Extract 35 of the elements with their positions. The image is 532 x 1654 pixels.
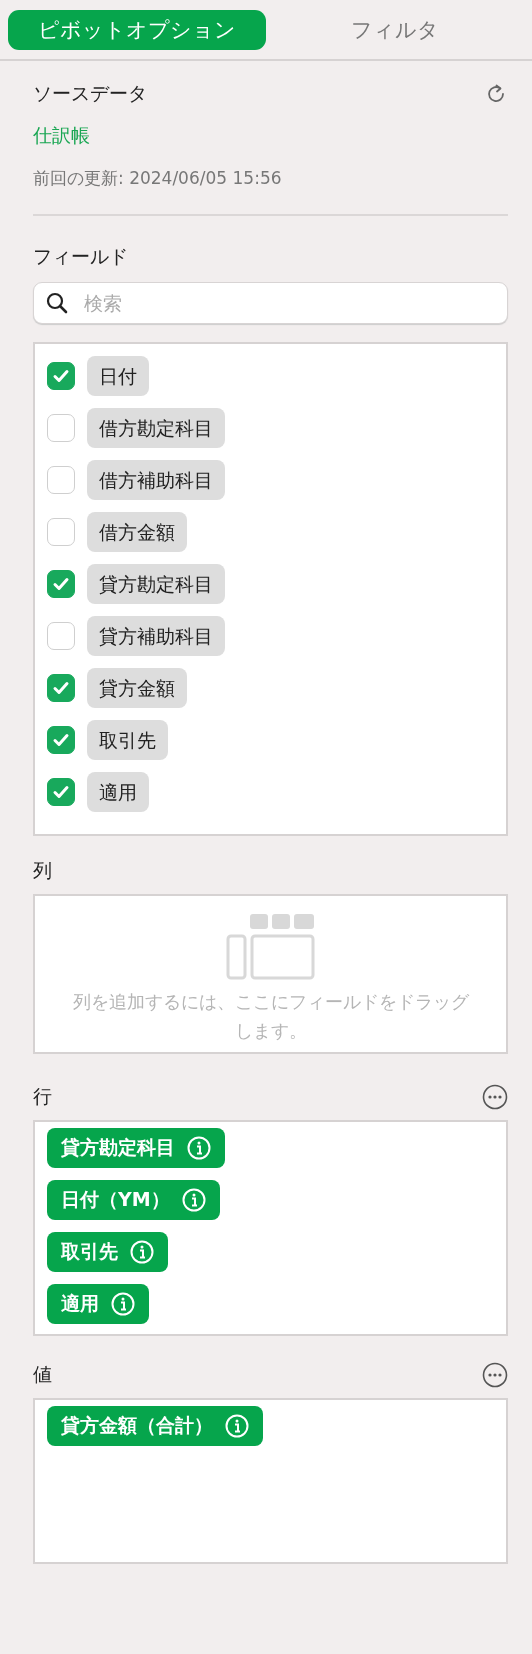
checkbox[interactable] (47, 414, 75, 442)
info-icon[interactable] (187, 1135, 211, 1160)
field-tag[interactable]: 借方補助科目 (87, 460, 225, 500)
last-updated-text: 前回の更新: 2024/06/05 15:56 (33, 167, 283, 190)
section-title: 値 (33, 1361, 52, 1387)
section-title: 行 (33, 1083, 52, 1109)
more-icon[interactable] (482, 1083, 508, 1110)
table-placeholder-icon (225, 914, 316, 980)
tab[interactable]: フィルタ (266, 9, 524, 50)
section-title: ソースデータ (33, 81, 147, 106)
checkbox[interactable] (47, 362, 75, 390)
more-icon[interactable] (482, 1361, 508, 1388)
checkbox[interactable] (47, 466, 75, 494)
section-title: 列 (33, 858, 52, 883)
checkbox[interactable] (47, 778, 75, 806)
field-tag[interactable]: 貸方勘定科目 (87, 564, 225, 604)
checkbox[interactable] (47, 518, 75, 546)
field-tag[interactable]: 適用 (87, 772, 149, 812)
drop-hint: 列を追加するには、ここにフィールドをドラッグします。 (71, 990, 470, 1043)
section-title: フィールド (33, 244, 128, 269)
search-field[interactable]: 検索 (33, 282, 508, 324)
info-icon[interactable] (181, 1187, 206, 1212)
field-tag[interactable]: 貸方金額 (87, 668, 187, 708)
info-icon[interactable] (225, 1413, 249, 1438)
field-tag[interactable]: 取引先 (87, 720, 168, 760)
info-icon[interactable] (111, 1291, 135, 1316)
field-tag[interactable]: 借方勘定科目 (87, 408, 225, 448)
field-tag[interactable]: 借方金額 (87, 512, 187, 552)
info-icon[interactable] (130, 1239, 154, 1264)
checkbox[interactable] (47, 726, 75, 754)
field-tag[interactable]: 日付 (87, 356, 149, 396)
checkbox[interactable] (47, 622, 75, 650)
checkbox[interactable] (47, 674, 75, 702)
checkbox[interactable] (47, 570, 75, 598)
field-tag[interactable]: 貸方補助科目 (87, 616, 225, 656)
